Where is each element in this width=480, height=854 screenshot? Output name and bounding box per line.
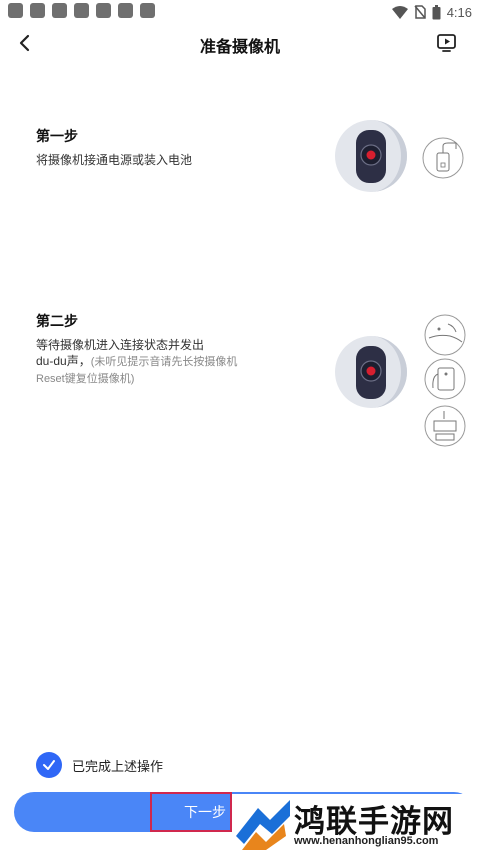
notification-icon (140, 3, 155, 18)
status-time: 4:16 (446, 4, 472, 20)
battery-icon (432, 4, 441, 19)
video-tutorial-icon (437, 34, 456, 52)
power-plug-icon (422, 137, 464, 179)
step2-description-line2: du-du声， (36, 354, 91, 368)
notification-icon (74, 3, 89, 18)
step2-title: 第二步 (36, 313, 78, 329)
app-header: 准备摄像机 (0, 24, 480, 62)
reset-button-icon (424, 314, 466, 356)
confirm-checkbox[interactable]: 已完成上述操作 (36, 752, 163, 778)
check-icon (36, 752, 62, 778)
watermark: 鸿联手游网 www.henanhonglian95.com (232, 794, 480, 854)
step1-title: 第一步 (36, 128, 78, 144)
notification-icon (8, 3, 23, 18)
status-bar: 4:16 (0, 0, 480, 24)
notification-icon (30, 3, 45, 18)
page-title: 准备摄像机 (199, 39, 280, 56)
reset-press-icon (424, 358, 466, 400)
confirm-label: 已完成上述操作 (72, 758, 164, 774)
watermark-logo (236, 800, 290, 850)
watermark-url: www.henanhonglian95.com (294, 835, 439, 847)
step1-description: 将摄像机接通电源或装入电池 (36, 153, 193, 167)
camera-illustration (335, 336, 407, 408)
notification-icon (96, 3, 111, 18)
camera-illustration (335, 120, 407, 192)
next-button-label: 下一步 (150, 792, 232, 832)
notification-icon (52, 3, 67, 18)
wifi-icon (391, 5, 408, 19)
reset-camera-icon (424, 405, 466, 447)
step2-description: 等待摄像机进入连接状态并发出 du-du声，(未听见提示音请先长按摄像机Rese… (36, 337, 241, 387)
no-sim-icon (414, 5, 426, 19)
step2-description-line1: 等待摄像机进入连接状态并发出 (36, 338, 205, 352)
video-tutorial-button[interactable] (434, 30, 460, 56)
notification-icon (118, 3, 133, 18)
